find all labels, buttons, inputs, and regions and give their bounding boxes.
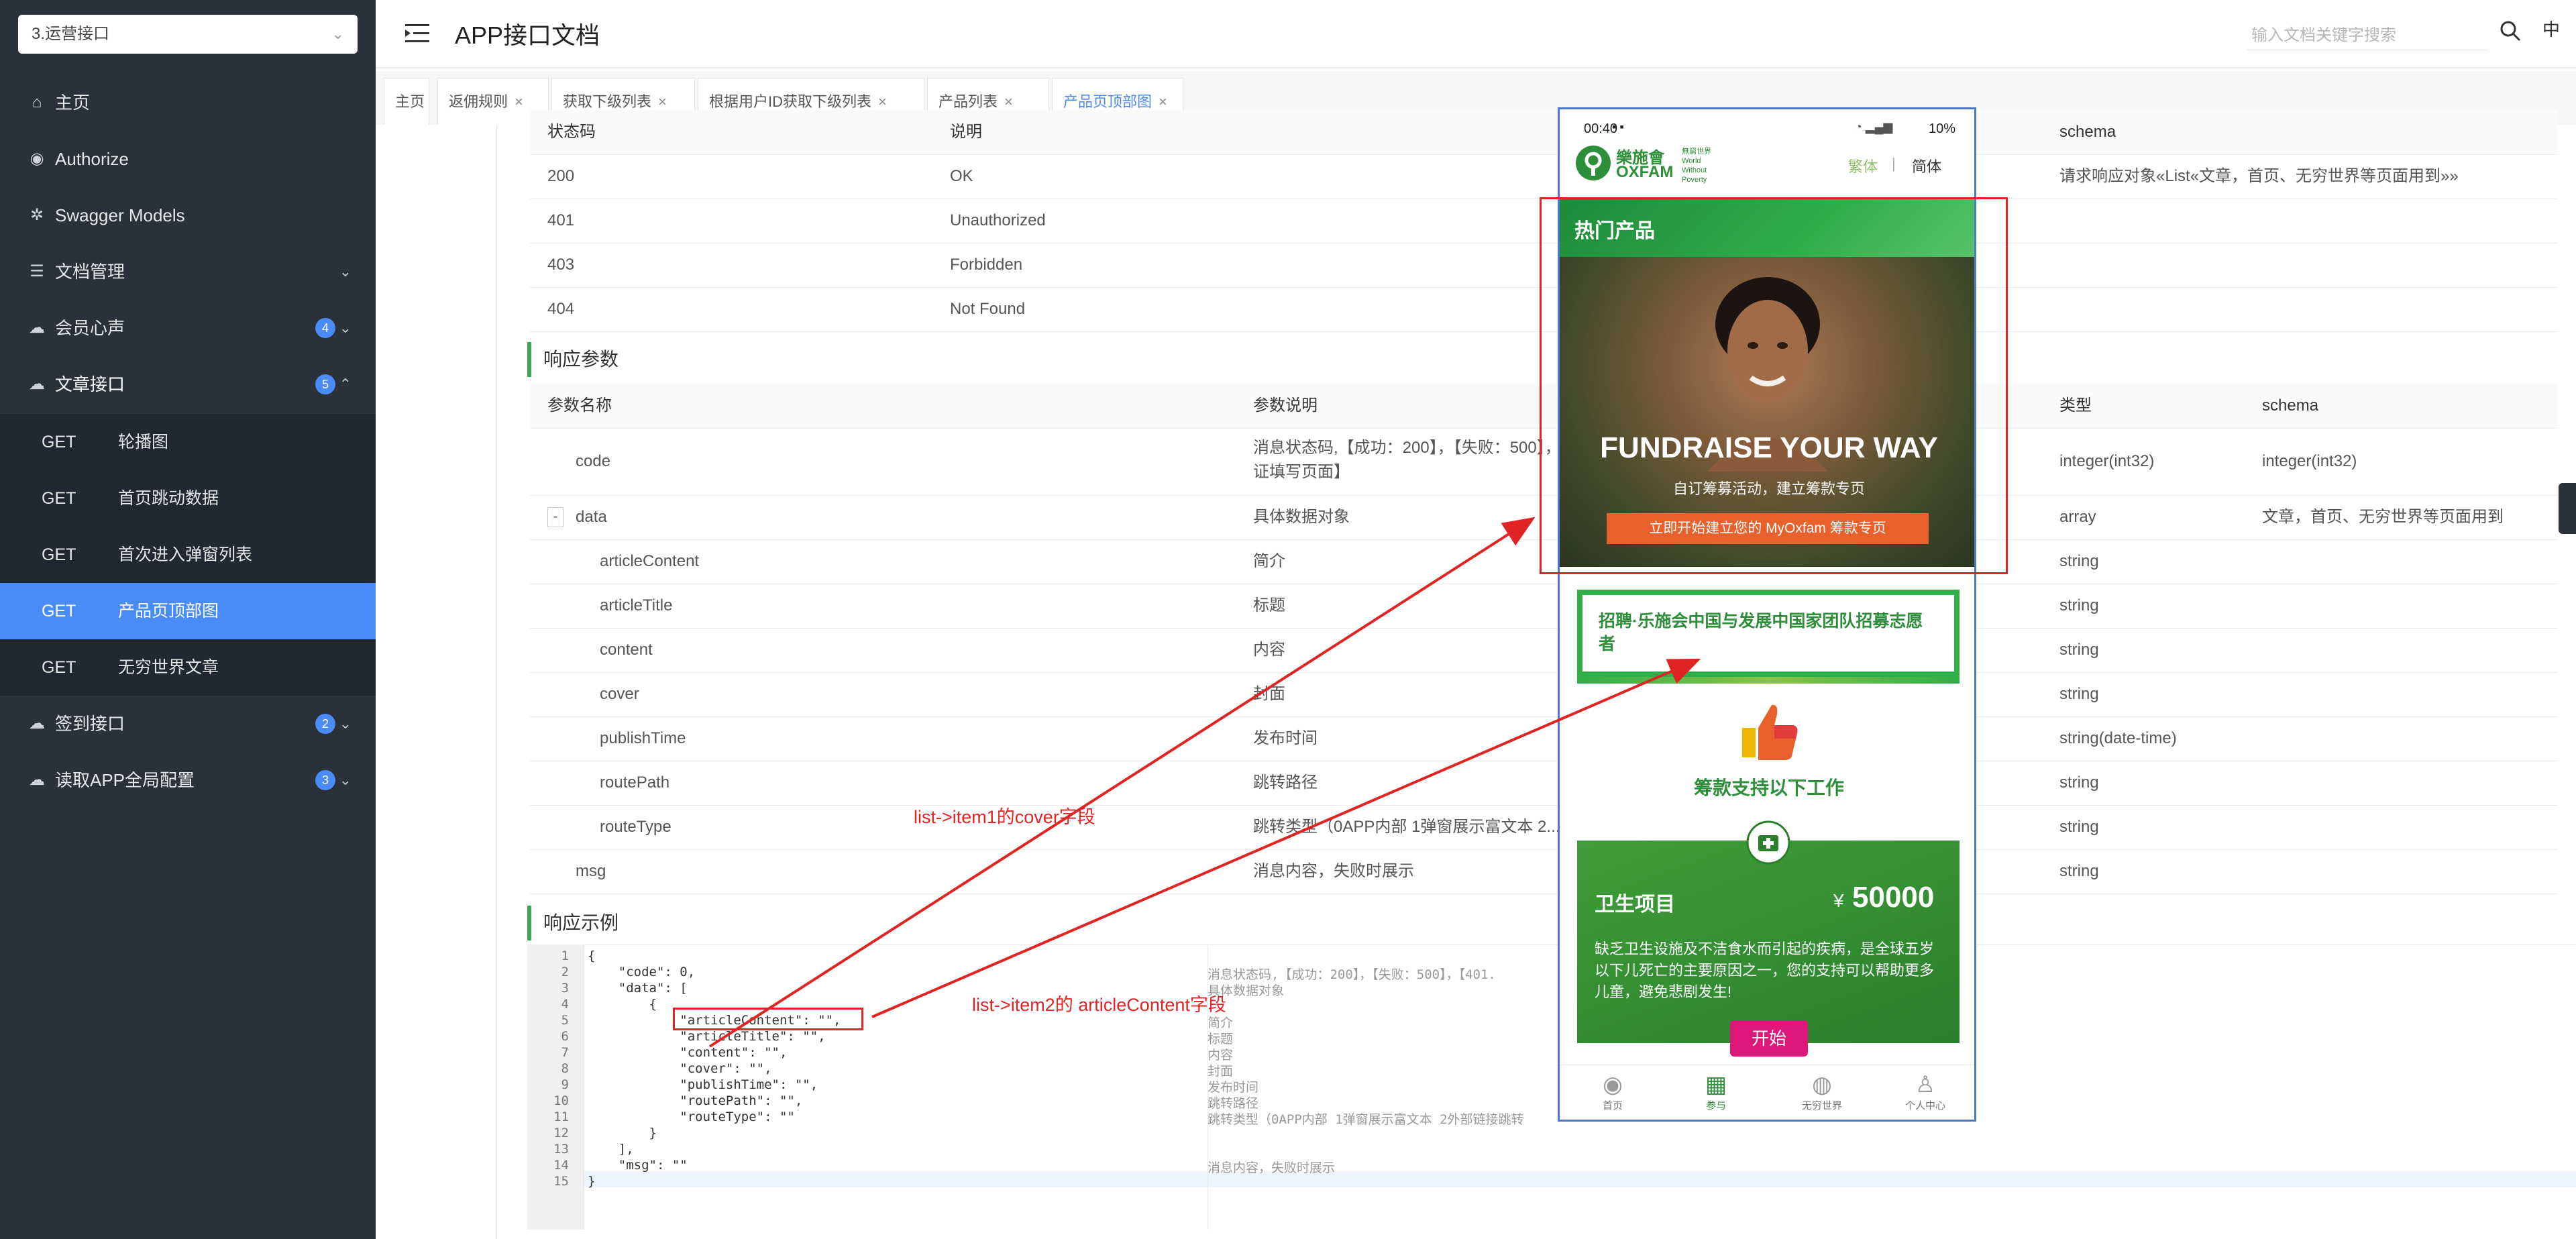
scrollbar-handle[interactable]: [2559, 483, 2576, 534]
arrow-to-cover: [708, 517, 1536, 1048]
annotation-label-articlecontent: list->item2的 articleContent字段: [972, 995, 1226, 1015]
annotation-arrows: [708, 517, 1701, 1048]
annotation-label-cover: list->item1的cover字段: [914, 807, 1095, 827]
arrow-to-articlecontent: [871, 658, 1701, 1018]
